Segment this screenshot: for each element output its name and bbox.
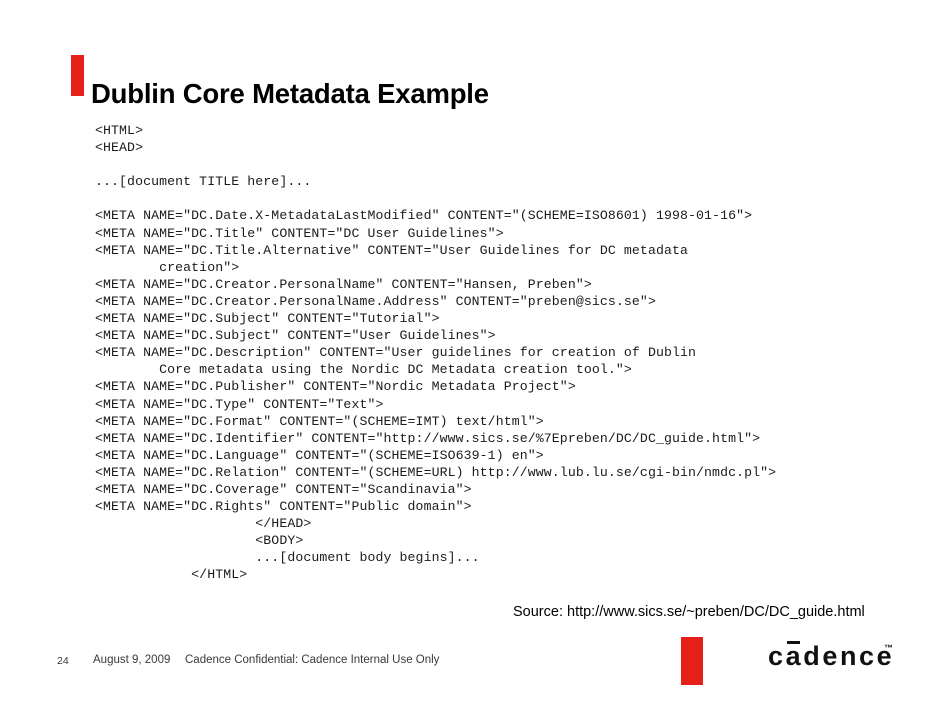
code-line: <META NAME="DC.Title.Alternative" CONTEN…	[95, 242, 689, 258]
source-credit: Source: http://www.sics.se/~preben/DC/DC…	[513, 604, 865, 620]
code-line: <META NAME="DC.Language" CONTENT="(SCHEM…	[95, 447, 544, 463]
code-line: <META NAME="DC.Identifier" CONTENT="http…	[95, 430, 761, 446]
footer-confidentiality-notice: Cadence Confidential: Cadence Internal U…	[185, 654, 440, 666]
code-line: creation">	[95, 259, 240, 275]
code-line: <META NAME="DC.Publisher" CONTENT="Nordi…	[95, 379, 576, 395]
footer-date: August 9, 2009	[93, 654, 171, 666]
page-title: Dublin Core Metadata Example	[91, 78, 489, 109]
code-line: <META NAME="DC.Creator.PersonalName" CON…	[95, 276, 592, 292]
code-line: <META NAME="DC.Coverage" CONTENT="Scandi…	[95, 481, 472, 497]
logo-text-before: c	[768, 641, 786, 671]
logo-text-after: dence	[803, 641, 895, 671]
code-listing: <HTML> <HEAD> ...[document TITLE here]... <…	[95, 122, 776, 584]
code-line: </HTML>	[95, 567, 248, 583]
code-line: <META NAME="DC.Title" CONTENT="DC User G…	[95, 225, 504, 241]
code-line: <META NAME="DC.Rights" CONTENT="Public d…	[95, 499, 472, 515]
code-line: <META NAME="DC.Creator.PersonalName.Addr…	[95, 293, 656, 309]
logo-macron-a: a	[785, 641, 804, 671]
code-line: <META NAME="DC.Relation" CONTENT="(SCHEM…	[95, 464, 777, 480]
footer-slide-number: 24	[57, 655, 69, 667]
code-line: <META NAME="DC.Subject" CONTENT="User Gu…	[95, 328, 496, 344]
code-line: <META NAME="DC.Description" CONTENT="Use…	[95, 345, 697, 361]
cadence-logo-wordmark: cadence	[768, 641, 895, 671]
code-line: <BODY>	[95, 533, 304, 549]
code-line: <HTML>	[95, 123, 144, 138]
cadence-logo-bar	[681, 637, 703, 685]
code-line: </HEAD>	[95, 516, 312, 532]
code-line: ...[document TITLE here]...	[95, 174, 312, 190]
code-line: Core metadata using the Nordic DC Metada…	[95, 362, 632, 378]
code-line: <META NAME="DC.Type" CONTENT="Text">	[95, 396, 384, 412]
code-line: ...[document body begins]...	[95, 550, 480, 566]
trademark-icon: ™	[884, 643, 893, 653]
code-line: <META NAME="DC.Subject" CONTENT="Tutoria…	[95, 311, 440, 327]
code-line: <META NAME="DC.Format" CONTENT="(SCHEME=…	[95, 413, 544, 429]
code-line: <HEAD>	[95, 140, 144, 156]
title-accent-bar	[71, 55, 84, 96]
code-line: <META NAME="DC.Date.X-MetadataLastModifi…	[95, 208, 753, 224]
